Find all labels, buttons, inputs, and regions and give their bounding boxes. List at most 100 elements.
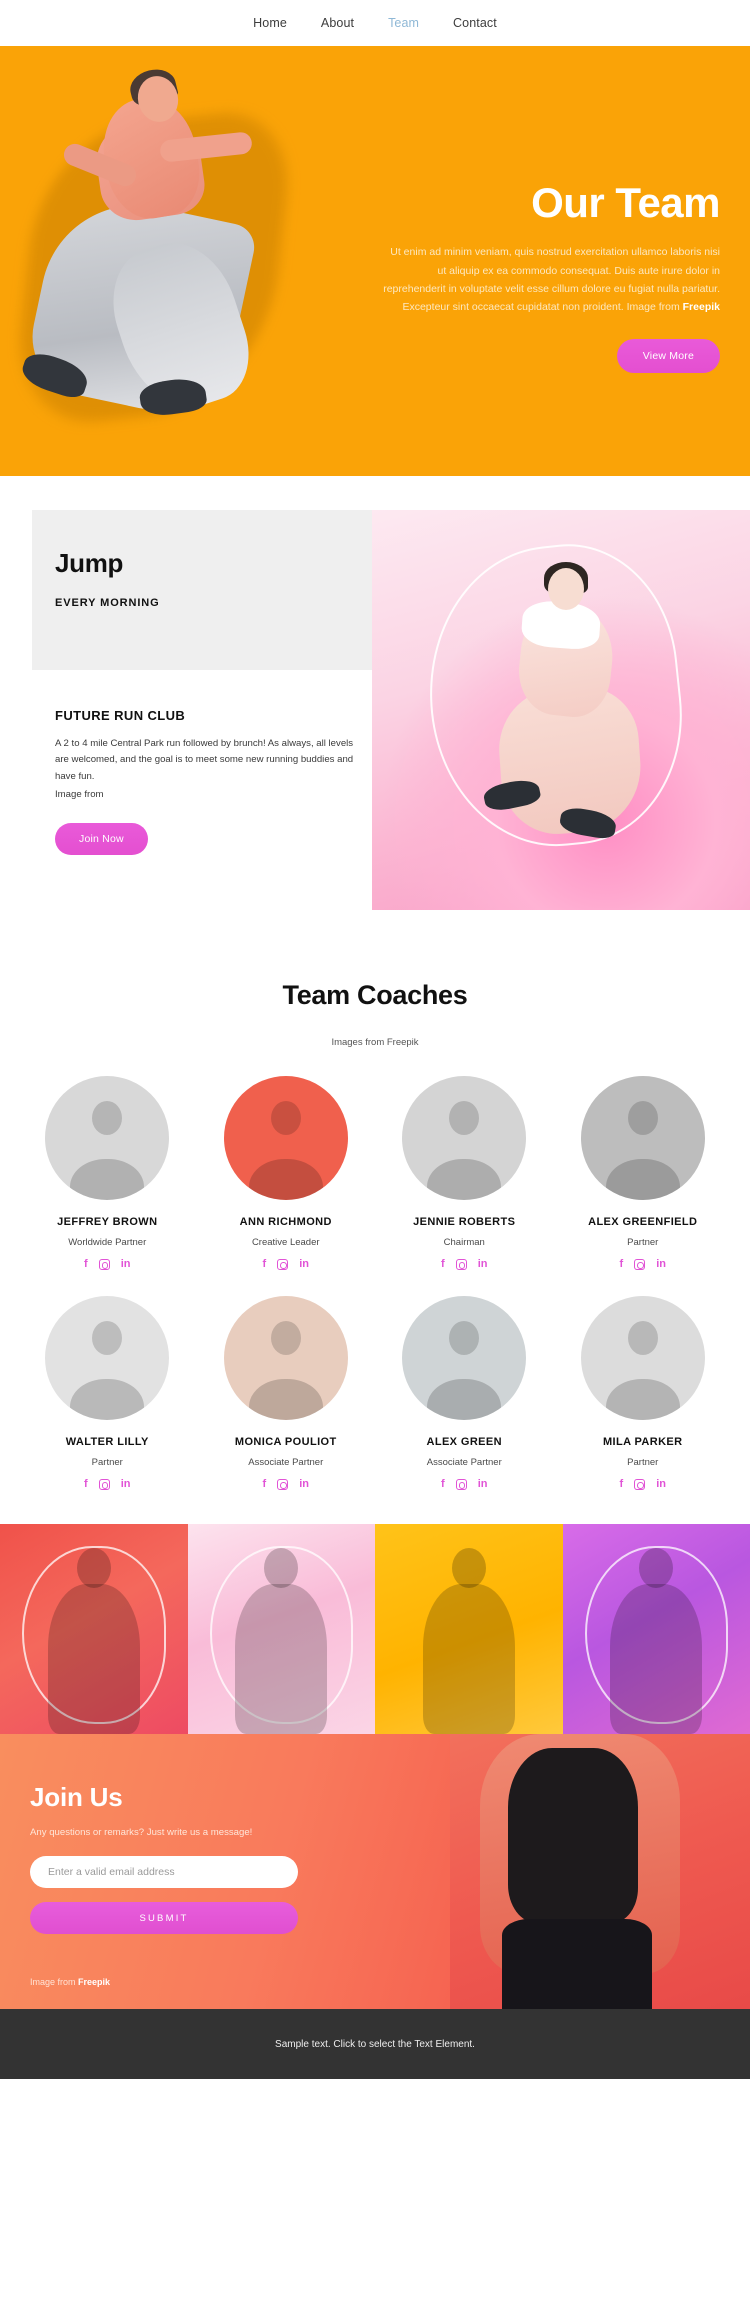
photo-man-headphones (0, 1524, 188, 1734)
coach-socials: f in (18, 1479, 197, 1490)
coach-role: Partner (627, 1237, 659, 1248)
coach-socials: f in (197, 1259, 376, 1270)
join-us-content: Join Us Any questions or remarks? Just w… (30, 1782, 330, 1934)
hero-athlete-image (9, 58, 340, 468)
coach-socials: f in (18, 1259, 197, 1270)
join-us-credit: Image from Freepik (30, 1977, 110, 1987)
coach-grid: JEFFREY BROWN Worldwide Partner f in ANN… (0, 1076, 750, 1490)
instagram-icon[interactable] (98, 1259, 110, 1270)
photo-man-battlerope (375, 1524, 563, 1734)
join-us-credit-text: Image from (30, 1977, 79, 1987)
facebook-icon[interactable]: f (441, 1479, 445, 1490)
coach-card: JEFFREY BROWN Worldwide Partner f in (18, 1076, 197, 1270)
hero-paragraph-credit: Freepik (682, 301, 720, 314)
coach-card: MONICA POULIOT Associate Partner f in (197, 1296, 376, 1490)
footer-text[interactable]: Sample text. Click to select the Text El… (275, 2039, 475, 2050)
coach-socials: f in (375, 1479, 554, 1490)
nav-item-team[interactable]: Team (388, 16, 419, 30)
coach-avatar (402, 1076, 527, 1200)
hero-paragraph: Ut enim ad minim veniam, quis nostrud ex… (380, 243, 720, 317)
coach-name: MONICA POULIOT (234, 1436, 337, 1448)
jump-subtitle: EVERY MORNING (55, 597, 160, 609)
coach-avatar (580, 1296, 705, 1420)
instagram-icon[interactable] (455, 1479, 467, 1490)
submit-button[interactable]: SUBMIT (30, 1902, 298, 1934)
coach-name: MILA PARKER (602, 1436, 683, 1448)
coach-avatar (45, 1076, 170, 1200)
coach-name: WALTER LILLY (65, 1436, 149, 1448)
photo-woman-jumprope (187, 1524, 375, 1734)
coach-card: MILA PARKER Partner f in (554, 1296, 733, 1490)
linkedin-icon[interactable]: in (121, 1479, 131, 1490)
coach-avatar (402, 1296, 527, 1420)
coach-name: ALEX GREEN (426, 1436, 502, 1448)
instagram-icon[interactable] (455, 1259, 467, 1270)
linkedin-icon[interactable]: in (121, 1259, 131, 1270)
coach-socials: f in (554, 1479, 733, 1490)
future-run-club-text: A 2 to 4 mile Central Park run followed … (55, 738, 354, 782)
future-run-club-credit: Image from (55, 788, 104, 800)
team-coaches-section: Team Coaches Images from Freepik JEFFREY… (0, 936, 750, 1524)
join-us-section: Join Us Any questions or remarks? Just w… (0, 1734, 750, 2009)
view-more-button[interactable]: View More (616, 338, 720, 373)
instagram-icon[interactable] (634, 1259, 646, 1270)
jump-title: Jump (55, 548, 124, 578)
jump-copy: Jump EVERY MORNING (55, 548, 355, 609)
instagram-icon[interactable] (277, 1259, 289, 1270)
linkedin-icon[interactable]: in (656, 1259, 666, 1270)
main-navigation: Home About Team Contact (0, 0, 750, 46)
coach-card: JENNIE ROBERTS Chairman f in (375, 1076, 554, 1270)
facebook-icon[interactable]: f (441, 1259, 445, 1270)
coach-role: Creative Leader (251, 1237, 320, 1248)
coach-name: JENNIE ROBERTS (413, 1216, 516, 1228)
photo-strip (0, 1524, 750, 1734)
coach-card: WALTER LILLY Partner f in (18, 1296, 197, 1490)
coach-avatar (45, 1296, 170, 1420)
coach-role: Associate Partner (426, 1457, 502, 1468)
future-run-club-block: FUTURE RUN CLUB A 2 to 4 mile Central Pa… (55, 708, 355, 856)
join-us-credit-bold: Freepik (78, 1977, 111, 1987)
coach-name: JEFFREY BROWN (57, 1216, 158, 1228)
jump-section: Jump EVERY MORNING FUTURE RUN CLUB A 2 t… (0, 476, 750, 936)
footer-bar: Sample text. Click to select the Text El… (0, 2009, 750, 2079)
join-us-subtext: Any questions or remarks? Just write us … (30, 1827, 253, 1838)
facebook-icon[interactable]: f (263, 1479, 267, 1490)
coach-role: Worldwide Partner (68, 1237, 147, 1248)
team-coaches-subheading: Images from Freepik (331, 1037, 419, 1048)
coach-avatar (580, 1076, 705, 1200)
hero-content: Our Team Ut enim ad minim veniam, quis n… (350, 46, 720, 476)
coach-avatar (223, 1296, 348, 1420)
instagram-icon[interactable] (634, 1479, 646, 1490)
photo-woman-dumbbells (562, 1524, 750, 1734)
coach-card: ANN RICHMOND Creative Leader f in (197, 1076, 376, 1270)
facebook-icon[interactable]: f (620, 1259, 624, 1270)
linkedin-icon[interactable]: in (299, 1479, 309, 1490)
coach-role: Partner (627, 1457, 659, 1468)
hero-paragraph-text: Ut enim ad minim veniam, quis nostrud ex… (383, 246, 720, 314)
coach-role: Chairman (443, 1237, 485, 1248)
nav-item-about[interactable]: About (321, 16, 354, 30)
facebook-icon[interactable]: f (263, 1259, 267, 1270)
nav-item-contact[interactable]: Contact (453, 16, 497, 30)
join-now-button[interactable]: Join Now (55, 823, 148, 856)
linkedin-icon[interactable]: in (478, 1259, 488, 1270)
hero-title: Our Team (531, 179, 720, 227)
instagram-icon[interactable] (98, 1479, 110, 1490)
coach-name: ALEX GREENFIELD (588, 1216, 698, 1228)
facebook-icon[interactable]: f (84, 1479, 88, 1490)
email-input[interactable] (30, 1856, 298, 1888)
linkedin-icon[interactable]: in (478, 1479, 488, 1490)
linkedin-icon[interactable]: in (299, 1259, 309, 1270)
nav-item-home[interactable]: Home (253, 16, 287, 30)
facebook-icon[interactable]: f (84, 1259, 88, 1270)
hero-section: Our Team Ut enim ad minim veniam, quis n… (0, 46, 750, 476)
coach-role: Partner (91, 1457, 123, 1468)
jump-rope-photo (372, 510, 750, 910)
future-run-club-title: FUTURE RUN CLUB (55, 708, 186, 723)
coach-socials: f in (197, 1479, 376, 1490)
facebook-icon[interactable]: f (620, 1479, 624, 1490)
team-coaches-heading: Team Coaches (282, 980, 468, 1010)
instagram-icon[interactable] (277, 1479, 289, 1490)
linkedin-icon[interactable]: in (656, 1479, 666, 1490)
coach-role: Associate Partner (248, 1457, 324, 1468)
